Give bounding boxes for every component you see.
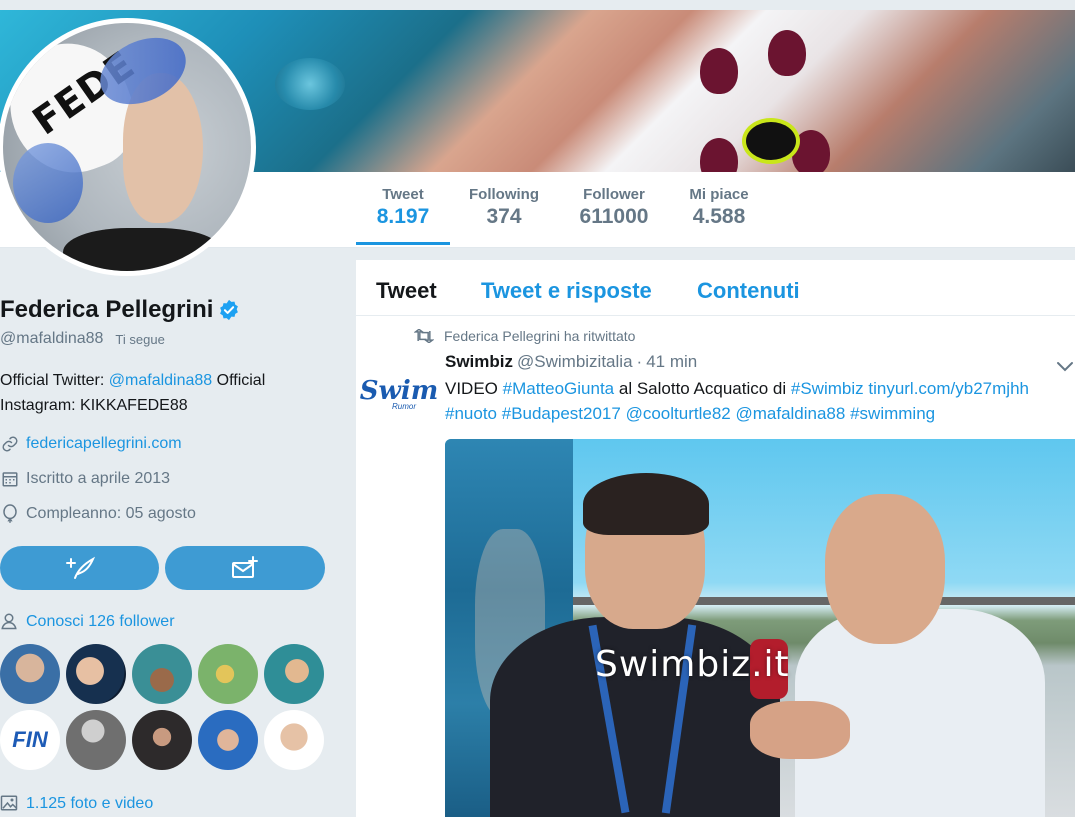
follower-avatar[interactable]	[264, 644, 324, 704]
image-icon	[0, 794, 20, 814]
stat-value: 374	[486, 205, 522, 228]
media-watermark: Swimbiz.it	[595, 644, 790, 685]
tweet-entity-link[interactable]: #Swimbiz	[791, 379, 864, 398]
tweet-timestamp[interactable]: 41 min	[646, 352, 697, 372]
tweet-entity-link[interactable]: #swimming	[850, 404, 935, 423]
follower-avatar[interactable]	[198, 644, 258, 704]
timeline-tabs: Tweet Tweet e risposte Contenuti	[356, 260, 1075, 316]
bio-mention-link[interactable]: @mafaldina88	[109, 372, 212, 389]
media-hand	[750, 701, 850, 759]
tweet-text-segment: VIDEO	[445, 379, 503, 398]
photos-videos-text[interactable]: 1.125 foto e video	[26, 795, 153, 813]
stat-value: 4.588	[692, 205, 746, 228]
tweet-entity-link[interactable]: #Budapest2017	[502, 404, 621, 423]
stat-value: 8.197	[376, 205, 430, 228]
follower-avatar[interactable]	[0, 644, 60, 704]
follower-avatar[interactable]	[66, 710, 126, 770]
follower-avatar[interactable]	[264, 710, 324, 770]
tab-tweet-replies[interactable]: Tweet e risposte	[481, 278, 652, 304]
tweet-entity-link[interactable]: @coolturtle82	[626, 404, 731, 423]
tab-media[interactable]: Contenuti	[697, 278, 800, 304]
follower-avatar[interactable]	[66, 644, 126, 704]
birthday-text: Compleanno: 05 agosto	[26, 505, 196, 522]
stat-label: Tweet	[382, 186, 424, 203]
calendar-icon	[0, 469, 20, 489]
profile-joined: Iscritto a aprile 2013	[0, 469, 170, 489]
profile-name[interactable]: Federica Pellegrini	[0, 296, 213, 324]
tweet-entity-link[interactable]: #MatteoGiunta	[503, 379, 615, 398]
media-person-right-face	[825, 494, 945, 644]
handle-row: @mafaldina88 Ti segue	[0, 330, 165, 348]
tweet-header: Swimbiz @Swimbizitalia · 41 min	[445, 352, 697, 372]
tweet-entity-link[interactable]: #nuoto	[445, 404, 497, 423]
banner-swim-cap-center	[742, 118, 800, 164]
tweet-author-name[interactable]: Swimbiz	[445, 352, 513, 372]
person-icon	[0, 612, 20, 632]
banner-nail	[768, 30, 806, 76]
profile-avatar[interactable]: FEDE	[0, 18, 256, 276]
tweet-media-video[interactable]: Swimbiz.it	[445, 439, 1075, 817]
timeline: Tweet Tweet e risposte Contenuti Federic…	[356, 260, 1075, 817]
profile-website[interactable]: federicapellegrini.com	[0, 434, 182, 454]
tab-tweet[interactable]: Tweet	[376, 278, 437, 304]
joined-text: Iscritto a aprile 2013	[26, 470, 171, 487]
banner-nail	[700, 138, 738, 172]
profile-handle[interactable]: @mafaldina88	[0, 330, 103, 348]
active-tab-underline	[356, 242, 450, 245]
name-row: Federica Pellegrini	[0, 296, 240, 324]
tweet-entity-link[interactable]: @mafaldina88	[735, 404, 845, 423]
known-followers-text[interactable]: Conosci 126 follower	[26, 613, 175, 631]
link-icon	[0, 434, 20, 454]
photos-videos-link[interactable]: 1.125 foto e video	[0, 794, 153, 814]
verified-badge-icon	[220, 299, 239, 321]
stat-following[interactable]: Following 374	[466, 186, 542, 229]
avatar-swimsuit	[63, 228, 223, 271]
website-link[interactable]: federicapellegrini.com	[26, 435, 182, 453]
stat-label: Following	[469, 186, 539, 203]
follow-feather-icon	[65, 556, 95, 579]
tweet-text-segment: al Salotto Acquatico di	[614, 379, 791, 398]
tweet-author-avatar[interactable]: Swim Rumor	[360, 360, 438, 422]
tweet-author-handle[interactable]: @Swimbizitalia	[517, 352, 633, 372]
follower-avatar[interactable]	[198, 710, 258, 770]
message-button[interactable]	[165, 546, 325, 590]
follow-button[interactable]	[0, 546, 159, 590]
media-person-left-hair	[583, 473, 709, 535]
stat-follower[interactable]: Follower 611000	[574, 186, 654, 229]
stat-label: Follower	[583, 186, 645, 203]
follows-you-badge: Ti segue	[115, 331, 165, 347]
profile-bio: Official Twitter: @mafaldina88 Official …	[0, 368, 330, 418]
stat-value: 611000	[579, 205, 649, 228]
swimbiz-logo-sub: Rumor	[392, 402, 417, 411]
stat-likes[interactable]: Mi piace 4.588	[686, 186, 752, 229]
tweet-text: VIDEO #MatteoGiunta al Salotto Acquatico…	[445, 376, 1075, 426]
follower-avatar[interactable]	[132, 644, 192, 704]
retweet-context[interactable]: Federica Pellegrini ha ritwittato	[414, 328, 635, 344]
stat-label: Mi piace	[689, 186, 749, 203]
retweet-icon	[414, 329, 434, 343]
fin-logo: FIN	[12, 727, 48, 752]
follower-avatar-fin[interactable]: FIN	[0, 710, 60, 770]
follower-avatar[interactable]	[132, 710, 192, 770]
avatar-hand	[13, 143, 83, 223]
envelope-plus-icon	[232, 556, 258, 578]
banner-water-drop	[275, 58, 345, 110]
bio-text: Official Twitter:	[0, 372, 109, 389]
banner-nail	[700, 48, 738, 94]
stat-tweet[interactable]: Tweet 8.197	[374, 186, 432, 229]
tweet-entity-link[interactable]: tinyurl.com/yb27mjhh	[868, 379, 1029, 398]
retweet-context-text: Federica Pellegrini ha ritwittato	[444, 328, 636, 344]
tweet-separator: ·	[636, 352, 643, 371]
profile-birthday: Compleanno: 05 agosto	[0, 504, 196, 524]
chevron-down-icon[interactable]	[1056, 360, 1074, 374]
balloon-icon	[0, 504, 20, 524]
known-followers-link[interactable]: Conosci 126 follower	[0, 612, 175, 632]
